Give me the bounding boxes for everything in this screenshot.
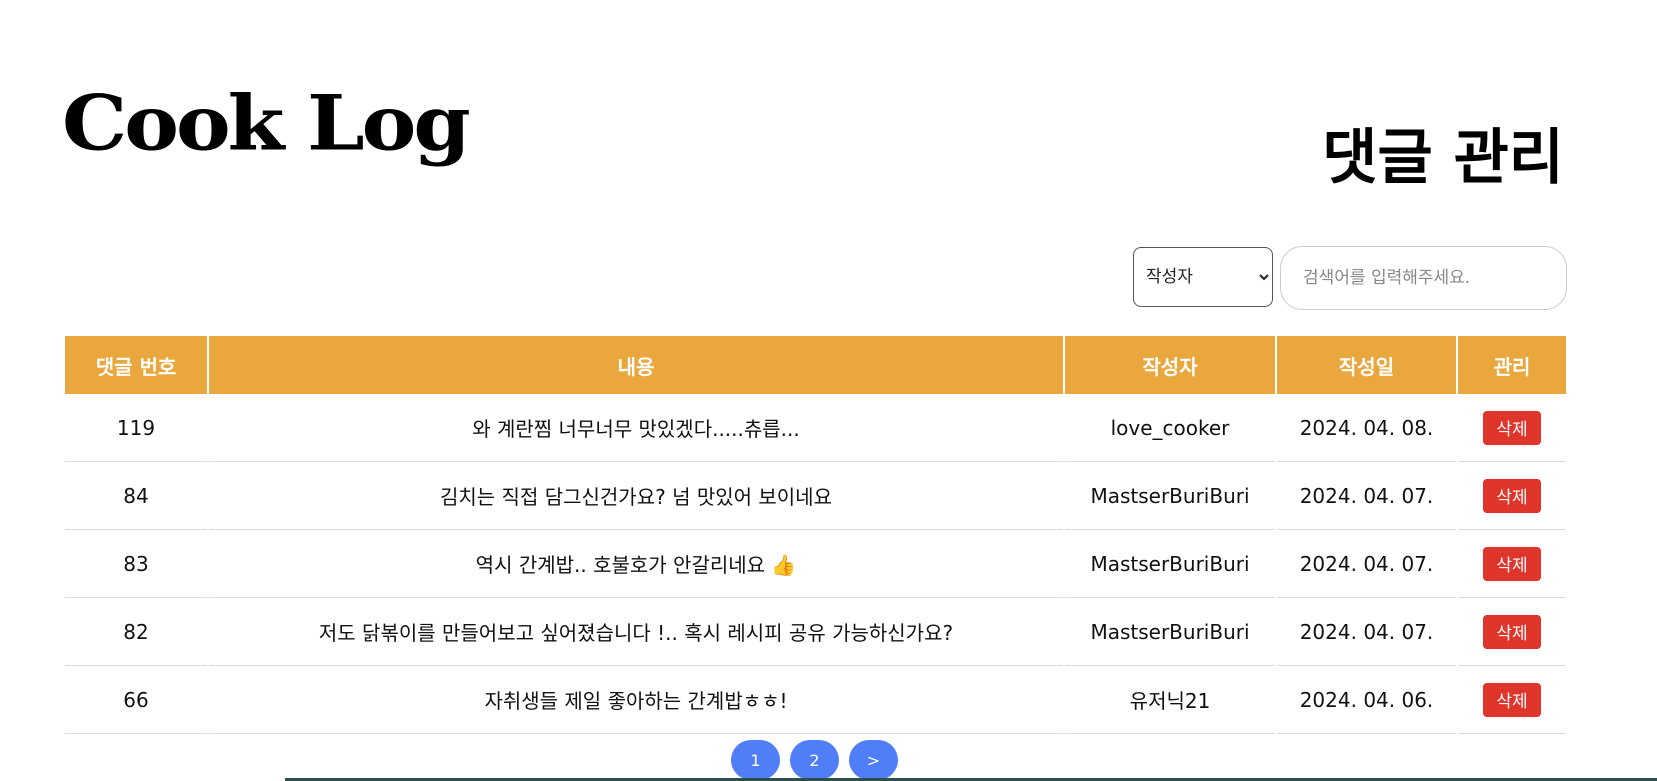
manage-cell: 삭제 — [1457, 394, 1566, 462]
comment-content[interactable]: 자취생들 제일 좋아하는 간계밥ㅎㅎ! — [208, 665, 1065, 734]
column-header-comment-number: 댓글 번호 — [65, 336, 209, 394]
table-row: 82 저도 닭볶이를 만들어보고 싶어졌습니다 !.. 혹시 레시피 공유 가능… — [65, 597, 1566, 666]
delete-button[interactable]: 삭제 — [1483, 614, 1541, 649]
comment-number: 83 — [65, 529, 209, 598]
comment-date: 2024. 04. 07. — [1276, 529, 1458, 598]
page-title: 댓글 관리 — [1322, 123, 1564, 193]
comment-content[interactable]: 저도 닭볶이를 만들어보고 싶어졌습니다 !.. 혹시 레시피 공유 가능하신가… — [208, 597, 1065, 666]
comment-number: 66 — [65, 665, 209, 734]
search-input[interactable] — [1280, 246, 1567, 310]
page-2-button[interactable]: 2 — [790, 740, 839, 780]
comment-content[interactable]: 김치는 직접 담그신건가요? 넘 맛있어 보이네요 — [208, 461, 1065, 530]
comment-date: 2024. 04. 07. — [1276, 597, 1458, 666]
comment-author: MastserBuriBuri — [1064, 529, 1277, 598]
column-header-date: 작성일 — [1276, 336, 1458, 394]
table-row: 83 역시 간계밥.. 호불호가 안갈리네요 👍 MastserBuriBuri… — [65, 529, 1566, 598]
delete-button[interactable]: 삭제 — [1483, 410, 1541, 445]
column-header-author: 작성자 — [1064, 336, 1277, 394]
comment-author: MastserBuriBuri — [1064, 597, 1277, 666]
table-row: 84 김치는 직접 담그신건가요? 넘 맛있어 보이네요 MastserBuri… — [65, 461, 1566, 530]
manage-cell: 삭제 — [1457, 461, 1566, 530]
cook-log-logo[interactable]: Cook Log — [62, 86, 471, 161]
comment-number: 82 — [65, 597, 209, 666]
comment-content[interactable]: 와 계란찜 너무너무 맛있겠다.....츄릅... — [208, 394, 1065, 462]
next-page-button[interactable]: > — [849, 740, 898, 780]
table-row: 119 와 계란찜 너무너무 맛있겠다.....츄릅... love_cooke… — [65, 394, 1566, 462]
page-1-button[interactable]: 1 — [731, 740, 780, 780]
pagination: 1 2 > — [731, 740, 898, 780]
manage-cell: 삭제 — [1457, 597, 1566, 666]
comment-date: 2024. 04. 06. — [1276, 665, 1458, 734]
manage-cell: 삭제 — [1457, 665, 1566, 734]
comment-number: 84 — [65, 461, 209, 530]
comment-date: 2024. 04. 08. — [1276, 394, 1458, 462]
delete-button[interactable]: 삭제 — [1483, 546, 1541, 581]
column-header-manage: 관리 — [1457, 336, 1566, 394]
delete-button[interactable]: 삭제 — [1483, 682, 1541, 717]
table-header-row: 댓글 번호 내용 작성자 작성일 관리 — [65, 336, 1566, 394]
manage-cell: 삭제 — [1457, 529, 1566, 598]
comment-author: love_cooker — [1064, 394, 1277, 462]
comment-author: 유저닉21 — [1064, 665, 1277, 734]
column-header-content: 내용 — [208, 336, 1065, 394]
comments-table: 댓글 번호 내용 작성자 작성일 관리 119 와 계란찜 너무너무 맛있겠다.… — [65, 336, 1566, 734]
comment-author: MastserBuriBuri — [1064, 461, 1277, 530]
comment-date: 2024. 04. 07. — [1276, 461, 1458, 530]
comment-content[interactable]: 역시 간계밥.. 호불호가 안갈리네요 👍 — [208, 529, 1065, 598]
table-row: 66 자취생들 제일 좋아하는 간계밥ㅎㅎ! 유저닉21 2024. 04. 0… — [65, 665, 1566, 734]
comment-number: 119 — [65, 394, 209, 462]
search-filter-select[interactable]: 작성자 — [1133, 247, 1273, 307]
delete-button[interactable]: 삭제 — [1483, 478, 1541, 513]
